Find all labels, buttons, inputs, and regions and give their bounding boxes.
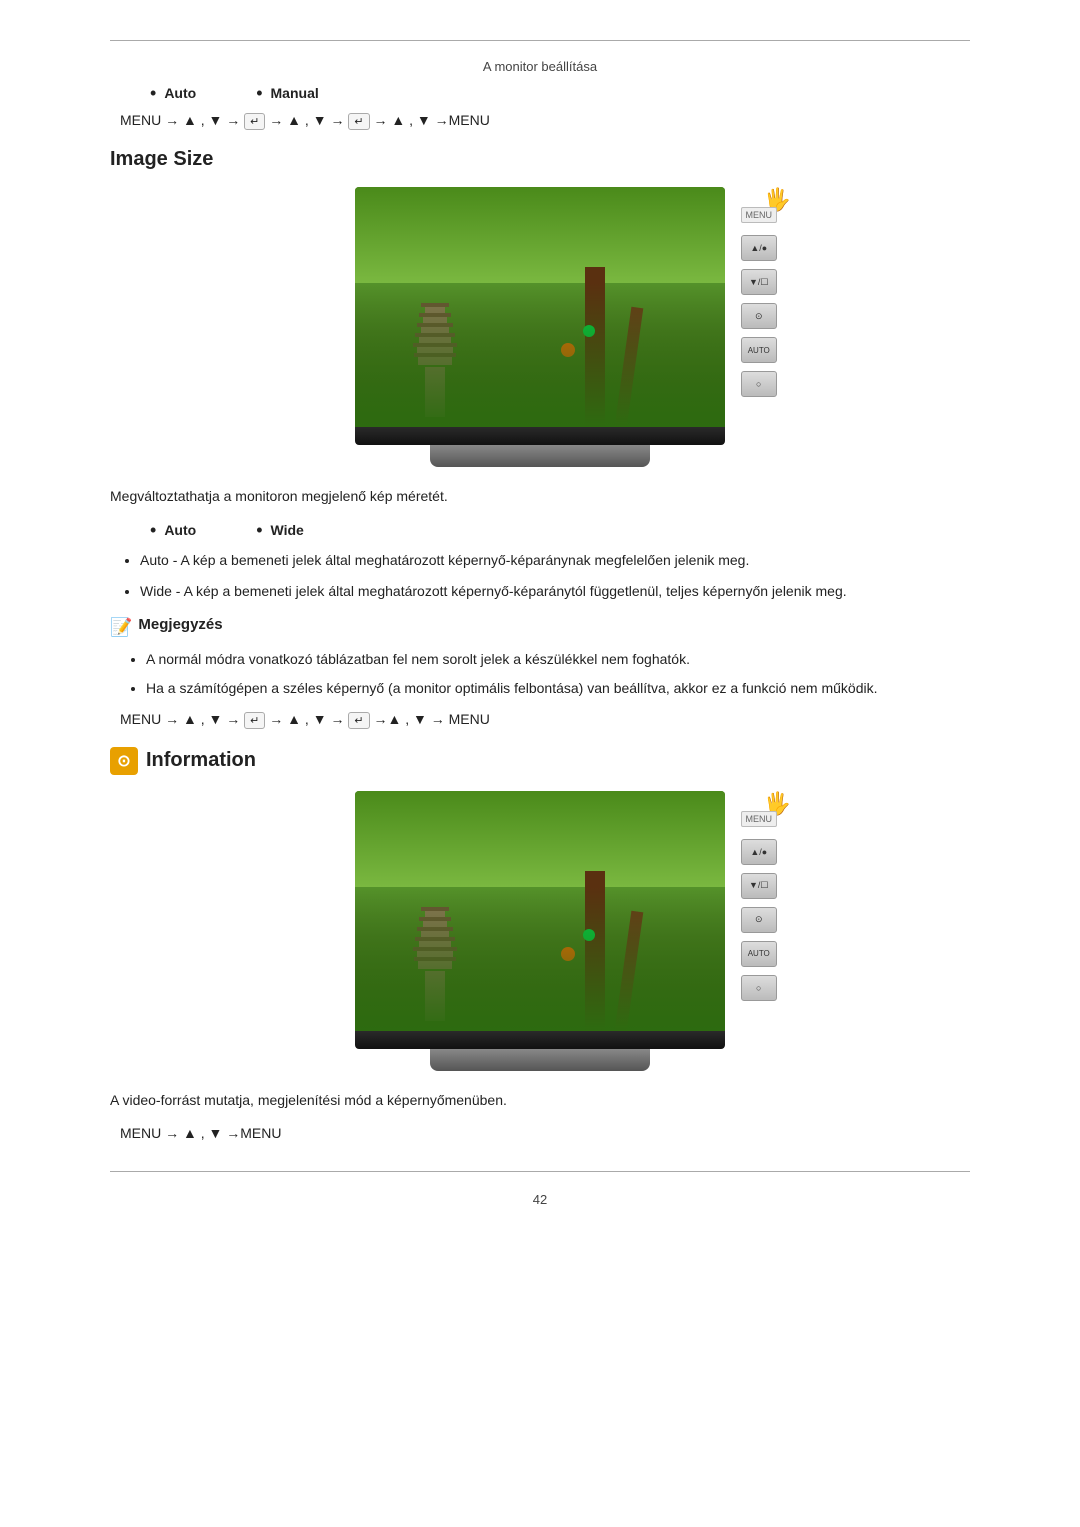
- note-box: 📝 Megjegyzés: [110, 616, 970, 638]
- page-header: A monitor beállítása: [110, 59, 970, 74]
- information-description: A video-forrást mutatja, megjelenítési m…: [110, 1089, 970, 1111]
- menu-nav-3: MENU → ▲ , ▼ →MENU: [120, 1125, 970, 1141]
- note-items: A normál módra vonatkozó táblázatban fel…: [146, 648, 970, 699]
- bullet-auto-2: Auto: [164, 522, 196, 538]
- monitor-screen-1: [355, 187, 725, 427]
- menu-nav-1: MENU → ▲ , ▼ → ↵ → ▲ , ▼ → ↵ → ▲ , ▼ →ME…: [120, 112, 970, 130]
- menu-nav-2: MENU → ▲ , ▼ → ↵ → ▲ , ▼ → ↵ →▲ , ▼ → ME…: [120, 711, 970, 729]
- side-panel-1: MENU ▲/● ▼/☐ ⊙ AUTO ○: [741, 207, 778, 397]
- bullet-row-auto-manual: • Auto • Manual: [150, 84, 970, 102]
- header-title: A monitor beállítása: [483, 59, 597, 74]
- image-size-title: Image Size: [110, 148, 970, 171]
- bullet-dot-1: •: [150, 84, 156, 102]
- note-icon: 📝: [110, 617, 132, 638]
- auto-desc: Auto - A kép a bemeneti jelek által megh…: [140, 549, 970, 571]
- image-size-monitor-image: 🖐: [110, 187, 970, 467]
- bullet-dot-2: •: [256, 84, 262, 102]
- page-number: 42: [110, 1192, 970, 1207]
- information-title-text: Information: [146, 749, 256, 772]
- image-size-bullet-list: Auto - A kép a bemeneti jelek által megh…: [140, 549, 970, 602]
- side-panel-2: MENU ▲/● ▼/☐ ⊙ AUTO ○: [741, 811, 778, 1001]
- bullet-wide: Wide: [271, 522, 304, 538]
- bullet-row-auto-wide: • Auto • Wide: [150, 521, 970, 539]
- bullet-auto: Auto: [164, 85, 196, 101]
- information-icon: ⊙: [110, 747, 138, 775]
- wide-desc: Wide - A kép a bemeneti jelek által megh…: [140, 580, 970, 602]
- information-section-title: ⊙ Information: [110, 747, 970, 775]
- image-size-description: Megváltoztathatja a monitoron megjelenő …: [110, 485, 970, 507]
- bullet-manual: Manual: [271, 85, 319, 101]
- monitor-screen-2: [355, 791, 725, 1031]
- note-title: Megjegyzés: [138, 616, 222, 633]
- note-item-1: A normál módra vonatkozó táblázatban fel…: [146, 648, 970, 670]
- information-monitor-image: 🖐: [110, 791, 970, 1071]
- note-item-2: Ha a számítógépen a széles képernyő (a m…: [146, 677, 970, 699]
